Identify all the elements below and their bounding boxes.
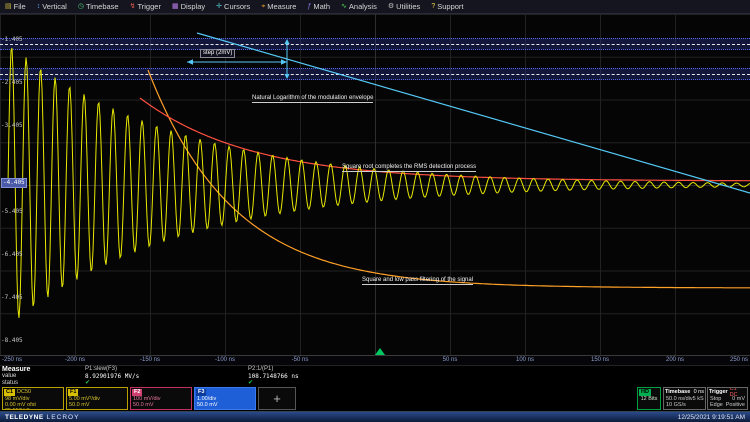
c1-chip: C1 — [4, 389, 15, 396]
timebase-title: Timebase — [665, 389, 690, 395]
x-axis-label: 250 ns — [730, 357, 748, 363]
step-annotation-label[interactable]: step (2mV) — [200, 49, 235, 58]
cursors-icon: ✛ — [216, 3, 222, 10]
trace-f3-descriptor[interactable]: F3 1.00/div 50.0 mV — [194, 387, 256, 410]
log-annotation-label: Natural Logarithm of the modulation enve… — [252, 95, 373, 103]
timebase-samples: 5 kS — [693, 396, 704, 402]
f3-offset: 50.0 mV — [195, 402, 255, 408]
measure-p2-value: 108.7148766 ns — [248, 373, 299, 380]
menu-label: Math — [313, 2, 330, 11]
hd-bits: 12 Bits — [638, 396, 660, 402]
datetime-display: 12/25/2021 9:19:51 AM — [678, 414, 745, 421]
menu-item-analysis[interactable]: ∿Analysis — [341, 2, 377, 11]
measure-p1-value: 8.92901976 MV/s — [85, 373, 139, 380]
y-axis-label: -2.405 — [1, 79, 23, 87]
trace-f1-descriptor[interactable]: F1 5.00 mV²/div 50.0 mV — [66, 387, 128, 410]
f1-offset: 50.0 mV — [67, 402, 127, 408]
utilities-icon: ⚙ — [388, 3, 394, 10]
menu-item-utilities[interactable]: ⚙Utilities — [388, 2, 420, 11]
timebase-descriptor[interactable]: Timebase0 ns 50.0 ns/div5 kS 10 GS/s — [663, 387, 706, 410]
waveform-grid: -1.405 -2.405 -3.405 -4.405 -5.405 -6.40… — [0, 14, 750, 356]
trigger-title: Trigger — [709, 389, 728, 395]
timebase-icon: ◷ — [78, 3, 84, 10]
menu-label: File — [14, 2, 26, 11]
x-axis-label: 150 ns — [591, 357, 609, 363]
status-bar: TELEDYNE LECROY 12/25/2021 9:19:51 AM — [0, 411, 750, 422]
menu-label: Vertical — [42, 2, 67, 11]
x-axis-label: -100 ns — [215, 357, 235, 363]
menu-label: Measure — [267, 2, 296, 11]
menu-label: Trigger — [137, 2, 160, 11]
menu-label: Timebase — [86, 2, 119, 11]
x-axis: -250 ns -200 ns -150 ns -100 ns -50 ns 5… — [0, 356, 750, 365]
f2-offset: 50.0 mV — [131, 402, 191, 408]
y-axis-label: -3.405 — [1, 122, 23, 130]
y-axis-label: -6.405 — [1, 251, 23, 259]
measure-p2-header[interactable]: P2:1/(P1) — [248, 366, 273, 373]
support-icon: ? — [431, 3, 435, 10]
x-axis-label: -250 ns — [2, 357, 22, 363]
trigger-descriptor[interactable]: TriggerC1 DC Stop0 mV EdgePositive — [707, 387, 748, 410]
menu-item-vertical[interactable]: ↕Vertical — [37, 2, 67, 11]
math-icon: ƒ — [307, 3, 311, 10]
f3-chip: F3 — [196, 389, 206, 396]
menu-label: Cursors — [224, 2, 250, 11]
file-icon: ▤ — [5, 3, 12, 10]
menu-item-display[interactable]: ▦Display — [172, 2, 205, 11]
x-axis-label: 100 ns — [516, 357, 534, 363]
measure-panel: Measure P1:slew(F3) P2:1/(P1) value 8.92… — [0, 365, 750, 387]
c1-coupling: DC50 — [17, 389, 31, 395]
measure-icon: ⌖ — [261, 3, 265, 10]
measure-value-row-label: value — [2, 373, 16, 380]
menu-label: Display — [181, 2, 206, 11]
vertical-icon: ↕ — [37, 3, 41, 10]
menu-item-timebase[interactable]: ◷Timebase — [78, 2, 119, 11]
display-icon: ▦ — [172, 3, 179, 10]
menu-item-measure[interactable]: ⌖Measure — [261, 2, 296, 11]
menu-label: Analysis — [349, 2, 377, 11]
trace-f2-descriptor[interactable]: F2 100 mV/div 50.0 mV — [130, 387, 192, 410]
y-axis-label: -1.405 — [1, 36, 23, 44]
f1-chip: F1 — [68, 389, 78, 396]
timebase-rate: 10 GS/s — [666, 402, 686, 408]
add-trace-button[interactable]: + — [258, 387, 296, 410]
x-axis-label: 50 ns — [443, 357, 458, 363]
oscilloscope-app: ▤File ↕Vertical ◷Timebase ↯Trigger ▦Disp… — [0, 0, 750, 422]
trigger-slope: Positive — [726, 402, 745, 408]
menu-item-file[interactable]: ▤File — [5, 2, 26, 11]
menu-item-trigger[interactable]: ↯Trigger — [130, 2, 161, 11]
measure-panel-title: Measure — [2, 366, 30, 373]
menu-label: Utilities — [396, 2, 420, 11]
menu-label: Support — [437, 2, 463, 11]
f2-chip: F2 — [132, 389, 142, 396]
x-axis-label: -200 ns — [65, 357, 85, 363]
analysis-icon: ∿ — [341, 3, 347, 10]
menu-item-math[interactable]: ƒMath — [307, 2, 330, 11]
trigger-type: Edge — [710, 402, 723, 408]
menu-item-cursors[interactable]: ✛Cursors — [216, 2, 250, 11]
x-axis-label: 200 ns — [666, 357, 684, 363]
y-axis-label-highlighted: -4.405 — [1, 178, 27, 188]
menu-bar: ▤File ↕Vertical ◷Timebase ↯Trigger ▦Disp… — [0, 0, 750, 14]
x-axis-label: -150 ns — [140, 357, 160, 363]
trigger-position-marker[interactable] — [375, 348, 385, 355]
y-axis-label: -8.405 — [1, 337, 23, 345]
trigger-icon: ↯ — [130, 3, 136, 10]
y-axis-label: -7.405 — [1, 294, 23, 302]
rms-annotation-label: Square root completes the RMS detection … — [342, 164, 476, 172]
brand-lecroy: LECROY — [47, 414, 80, 421]
x-axis-label: -50 ns — [292, 357, 309, 363]
channel-c1-descriptor[interactable]: C1DC50 98 mV/div 0.00 mV ofst 85.557 kS — [2, 387, 64, 410]
c1-samples: 85.557 kS — [3, 408, 63, 410]
brand-teledyne: TELEDYNE — [5, 414, 44, 421]
descriptor-row: C1DC50 98 mV/div 0.00 mV ofst 85.557 kS … — [0, 386, 750, 411]
y-axis-label: -5.405 — [1, 208, 23, 216]
hd-mode-indicator: HD 12 Bits — [637, 387, 661, 410]
waveform-canvas — [0, 14, 750, 356]
measure-p1-header[interactable]: P1:slew(F3) — [85, 366, 117, 373]
hd-chip: HD — [639, 389, 651, 396]
timebase-offset: 0 ns — [694, 389, 704, 395]
lowpass-annotation-label: Square and low pass filtering of the sig… — [362, 277, 473, 285]
menu-item-support[interactable]: ?Support — [431, 2, 463, 11]
